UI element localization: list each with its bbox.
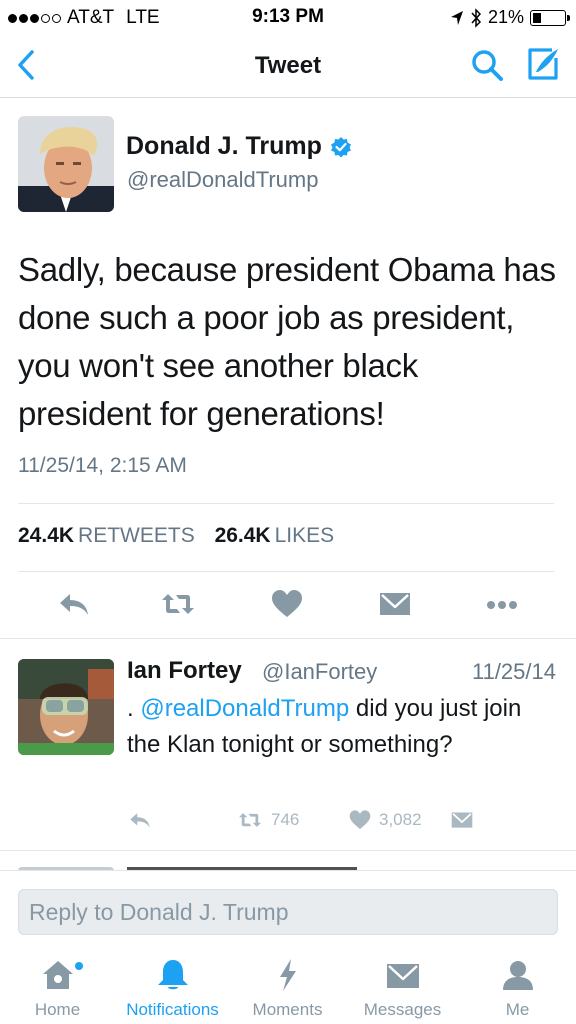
author-avatar[interactable] — [18, 116, 114, 212]
reply-prefix: . — [127, 695, 141, 722]
direct-message-icon[interactable] — [377, 588, 413, 620]
bell-icon — [157, 960, 188, 990]
lightning-icon — [279, 959, 296, 991]
divider — [18, 571, 554, 572]
tweet-text: Sadly, because president Obama has done … — [18, 251, 556, 432]
retweet-icon[interactable] — [160, 588, 196, 620]
tweet-actions — [0, 584, 576, 624]
reply-input[interactable] — [18, 889, 558, 935]
reply-icon[interactable] — [56, 588, 92, 620]
direct-message-icon[interactable] — [449, 809, 475, 831]
tweet-stats: 24.4K RETWEETS 26.4K LIKES — [18, 524, 348, 548]
author-handle[interactable]: @realDonaldTrump — [127, 167, 318, 193]
like-icon[interactable] — [269, 588, 305, 620]
tab-moments-label: Moments — [252, 1000, 323, 1019]
reply-bar — [0, 870, 576, 950]
home-icon — [42, 961, 73, 989]
retweets-label[interactable]: RETWEETS — [78, 524, 195, 547]
tab-home-label: Home — [34, 1000, 81, 1019]
person-icon — [502, 961, 533, 990]
like-icon[interactable] — [347, 809, 373, 831]
mention-link[interactable]: @realDonaldTrump — [140, 695, 349, 722]
reply-actions: 746 3,082 — [127, 809, 547, 835]
likes-label[interactable]: LIKES — [275, 524, 335, 547]
compose-icon[interactable] — [526, 46, 560, 82]
reply-text: . @realDonaldTrump did you just join the… — [127, 691, 557, 763]
reply-avatar[interactable] — [18, 659, 114, 755]
likes-count[interactable]: 26.4K — [215, 524, 271, 547]
reply-like-count: 3,082 — [379, 810, 422, 829]
more-options-icon[interactable] — [484, 588, 520, 620]
retweet-icon[interactable] — [235, 809, 265, 831]
nav-bar: Tweet — [0, 36, 576, 98]
reply-retweet-count: 746 — [271, 810, 300, 829]
tab-messages[interactable]: Messages — [345, 958, 460, 1024]
battery-icon — [530, 9, 570, 26]
reply-author-handle[interactable]: @IanFortey — [262, 659, 377, 685]
location-arrow-icon — [450, 10, 463, 25]
status-bar: AT&T LTE 9:13 PM 21% — [0, 0, 576, 36]
reply-tweet[interactable]: Ian Fortey @IanFortey 11/25/14 . @realDo… — [0, 638, 576, 850]
bluetooth-icon — [471, 7, 481, 28]
reply-author-name[interactable]: Ian Fortey — [127, 657, 242, 685]
search-icon[interactable] — [470, 48, 504, 82]
tab-me[interactable]: Me — [460, 958, 575, 1024]
tab-moments[interactable]: Moments — [230, 958, 345, 1024]
reply-icon[interactable] — [127, 809, 153, 831]
home-notification-dot — [75, 962, 83, 970]
retweets-count[interactable]: 24.4K — [18, 524, 74, 547]
tab-me-label: Me — [505, 1000, 530, 1019]
reply-date: 11/25/14 — [471, 659, 556, 684]
divider — [18, 503, 554, 504]
tab-notifications-label: Notifications — [126, 1000, 219, 1019]
tab-notifications[interactable]: Notifications — [115, 958, 230, 1024]
tab-messages-label: Messages — [363, 1000, 442, 1019]
tab-bar: Home Notifications Moments Messages Me — [0, 950, 576, 1024]
tweet-timestamp: 11/25/14, 2:15 AM — [18, 454, 187, 477]
tab-home[interactable]: Home — [0, 958, 115, 1024]
envelope-icon — [386, 964, 419, 988]
next-reply-peek — [0, 850, 576, 873]
verified-badge-icon — [330, 136, 351, 157]
author-name[interactable]: Donald J. Trump — [126, 132, 322, 161]
battery-percent: 21% — [487, 7, 524, 27]
